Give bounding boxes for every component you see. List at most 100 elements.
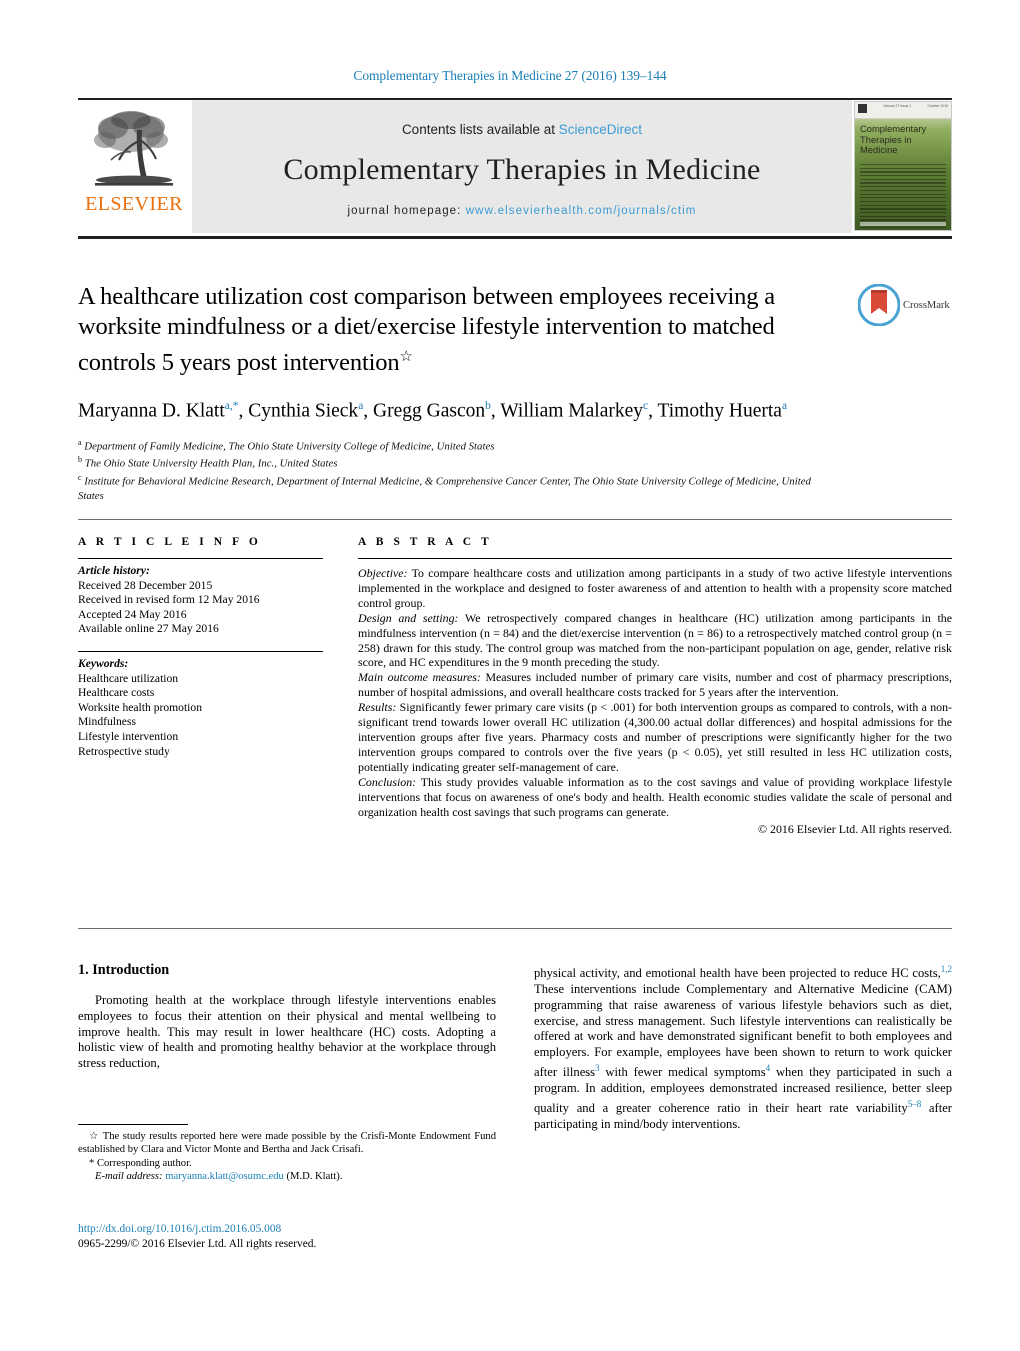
abstract-panel: A B S T R A C T Objective: To compare he…: [358, 536, 952, 837]
abstract-section: Main outcome measures: Measures included…: [358, 670, 952, 700]
affiliation-marker: c: [78, 473, 82, 483]
affiliation-list: a Department of Family Medicine, The Ohi…: [78, 436, 838, 504]
abstract-section: Objective: To compare healthcare costs a…: [358, 566, 952, 611]
article-info-heading: A R T I C L E I N F O: [78, 536, 262, 548]
author-name[interactable]: Cynthia Sieck: [248, 401, 358, 422]
info-section-top-rule: [78, 519, 952, 520]
affiliation-item: a Department of Family Medicine, The Ohi…: [78, 436, 838, 454]
footnote-funding: ☆ The study results reported here were m…: [78, 1130, 496, 1157]
section-heading-introduction: 1. Introduction: [78, 962, 170, 978]
elsevier-logo: ELSEVIER: [78, 100, 190, 233]
journal-homepage-line: journal homepage: www.elsevierhealth.com…: [348, 205, 697, 217]
title-footnote-marker: ☆: [399, 349, 413, 365]
email-owner: (M.D. Klatt).: [283, 1171, 343, 1183]
keyword-item: Mindfulness: [78, 715, 136, 729]
cover-header-strip: Volume 27 Issue 1 October 2016: [855, 102, 951, 119]
masthead-bottom-rule: [78, 236, 952, 239]
crossmark-icon: [858, 284, 900, 326]
author-list: Maryanna D. Klatta,*, Cynthia Siecka, Gr…: [78, 400, 788, 422]
author-affiliation-marker: a,*: [224, 400, 239, 413]
article-history-block: Article history: Received 28 December 20…: [78, 559, 323, 637]
journal-banner: Contents lists available at ScienceDirec…: [192, 100, 852, 233]
journal-title: Complementary Therapies in Medicine: [283, 153, 761, 186]
crossmark-badge[interactable]: CrossMark: [858, 282, 958, 328]
cover-volume-text: Volume 27 Issue 1: [883, 104, 912, 108]
body-left-column: 1. Introduction Promoting health at the …: [78, 962, 496, 1072]
homepage-prefix: journal homepage:: [347, 205, 466, 217]
author-name[interactable]: William Malarkey: [500, 401, 643, 422]
publication-meta: http://dx.doi.org/10.1016/j.ctim.2016.05…: [78, 1222, 578, 1251]
abstract-section-label: Results:: [358, 700, 397, 715]
intro-paragraph-left: Promoting health at the workplace throug…: [78, 993, 496, 1071]
cover-title-line-1: Complementary: [860, 123, 927, 134]
abstract-section: Conclusion: This study provides valuable…: [358, 775, 952, 820]
title-block: A healthcare utilization cost comparison…: [78, 282, 838, 503]
affiliation-item: c Institute for Behavioral Medicine Rese…: [78, 471, 838, 503]
author-name[interactable]: Timothy Huerta: [658, 401, 782, 422]
keyword-item: Healthcare utilization: [78, 671, 179, 685]
abstract-section-text: To compare healthcare costs and utilizat…: [358, 566, 952, 610]
running-head: Complementary Therapies in Medicine 27 (…: [353, 68, 667, 83]
cover-title-line-3: Medicine: [860, 144, 898, 155]
article-history-label: Article history:: [78, 564, 150, 577]
affiliation-item: b The Ohio State University Health Plan,…: [78, 453, 838, 471]
intro-paragraph-right: physical activity, and emotional health …: [534, 962, 952, 1133]
abstract-copyright: © 2016 Elsevier Ltd. All rights reserved…: [758, 822, 952, 837]
affiliation-text: Institute for Behavioral Medicine Resear…: [78, 475, 811, 503]
cover-date-text: October 2016: [927, 104, 948, 108]
contents-prefix: Contents lists available at: [401, 122, 559, 137]
abstract-section-label: Objective:: [358, 566, 408, 580]
keywords-block: Keywords: Healthcare utilization Healthc…: [78, 652, 323, 759]
contents-lists-line: Contents lists available at ScienceDirec…: [402, 122, 642, 137]
email-link[interactable]: maryanna.klatt@osumc.edu: [165, 1171, 284, 1182]
author-affiliation-marker: a: [358, 400, 364, 413]
keyword-item: Retrospective study: [78, 744, 170, 758]
sciencedirect-link[interactable]: ScienceDirect: [559, 122, 642, 137]
abstract-section: Results: Significantly fewer primary car…: [358, 700, 952, 775]
cover-publisher-mark: [858, 104, 867, 113]
abstract-heading: A B S T R A C T: [358, 536, 493, 548]
author-affiliation-marker: c: [643, 400, 649, 413]
affiliation-text: Department of Family Medicine, The Ohio …: [84, 440, 495, 453]
author-affiliation-marker: a: [781, 400, 788, 413]
journal-cover-thumbnail: Volume 27 Issue 1 October 2016 Complemen…: [854, 101, 952, 231]
elsevier-tree-icon: [94, 111, 173, 186]
email-address-label: E-mail address:: [95, 1171, 163, 1183]
abstract-body: Objective: To compare healthcare costs a…: [358, 559, 952, 837]
elsevier-wordmark: ELSEVIER: [85, 193, 183, 215]
footnote-rule: [78, 1124, 188, 1125]
abstract-section-label: Design and setting:: [358, 610, 459, 625]
author-name[interactable]: Maryanna D. Klatt: [78, 401, 225, 422]
article-page: Complementary Therapies in Medicine 27 (…: [0, 0, 1020, 1351]
journal-homepage-link[interactable]: www.elsevierhealth.com/journals/ctim: [466, 205, 697, 217]
abstract-section-label: Conclusion:: [358, 774, 417, 789]
citation-ref[interactable]: 5–8: [908, 1099, 922, 1109]
doi-link[interactable]: http://dx.doi.org/10.1016/j.ctim.2016.05…: [78, 1222, 578, 1237]
cover-toc-lines: [860, 164, 946, 230]
author-affiliation-marker: b: [485, 400, 491, 413]
footnote-corresponding-author: * Corresponding author.: [78, 1157, 496, 1170]
crossmark-label: CrossMark: [903, 299, 950, 311]
footnote-corresponding-text: Corresponding author.: [94, 1157, 192, 1169]
footnote-star-marker: ☆: [89, 1131, 100, 1142]
author-name[interactable]: Gregg Gascon: [373, 401, 485, 422]
citation-ref[interactable]: 1,2: [941, 964, 952, 974]
abstract-section-text: Significantly fewer primary care visits …: [358, 700, 952, 774]
intro-text-part-1: physical activity, and emotional health …: [534, 966, 941, 981]
article-title-text: A healthcare utilization cost comparison…: [78, 283, 776, 377]
cover-title: Complementary Therapies in Medicine: [860, 123, 947, 156]
affiliation-marker: a: [78, 437, 82, 447]
abstract-section: Design and setting: We retrospectively c…: [358, 611, 952, 671]
intro-text-part-3: with fewer medical symptoms: [599, 1065, 766, 1080]
history-item: Available online 27 May 2016: [78, 622, 219, 636]
abstract-section-label: Main outcome measures:: [358, 670, 481, 685]
body-right-column: physical activity, and emotional health …: [534, 962, 952, 1133]
abstract-section-text: This study provides valuable information…: [358, 774, 952, 819]
info-section-bottom-rule: [78, 928, 952, 929]
keyword-item: Lifestyle intervention: [78, 729, 179, 743]
keyword-item: Worksite health promotion: [78, 700, 202, 714]
issn-copyright-line: 0965-2299/© 2016 Elsevier Ltd. All right…: [78, 1237, 317, 1250]
article-info-panel: A R T I C L E I N F O Article history: R…: [78, 536, 323, 759]
footnote-block: ☆ The study results reported here were m…: [78, 1124, 496, 1184]
history-item: Received in revised form 12 May 2016: [78, 593, 260, 607]
